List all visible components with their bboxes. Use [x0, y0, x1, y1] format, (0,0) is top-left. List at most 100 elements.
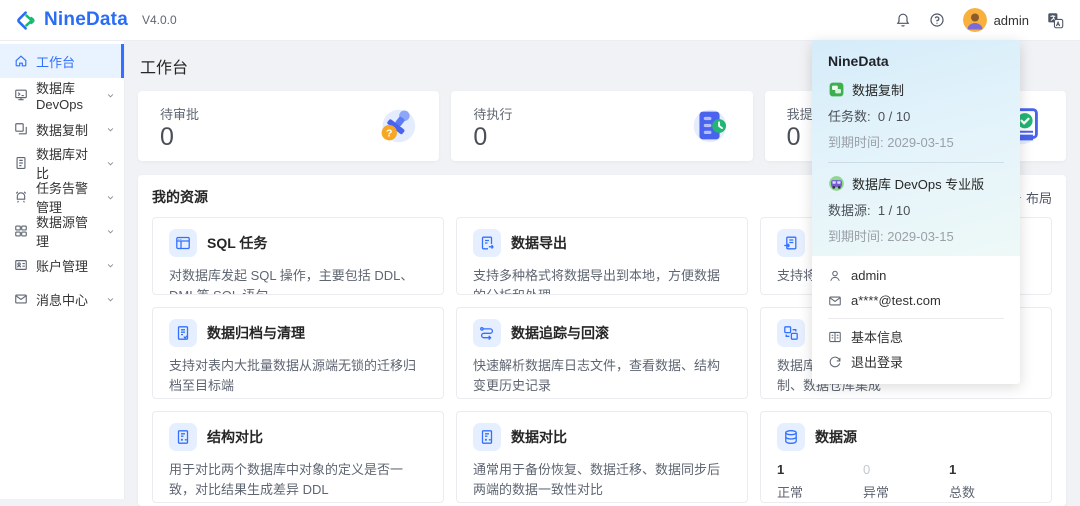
license-name: 数据复制 [852, 83, 905, 98]
help-icon[interactable] [929, 12, 945, 28]
sidebar-item[interactable]: 数据库 DevOps [0, 78, 124, 112]
sidebar-item[interactable]: 账户管理 [0, 248, 124, 282]
chevron-down-icon [105, 90, 116, 101]
sidebar-item[interactable]: 消息中心 [0, 282, 124, 316]
person-icon [828, 269, 842, 283]
resource-card-desc: 通常用于备份恢复、数据迁移、数据同步后两端的数据一致性对比 [473, 462, 721, 498]
alarm-icon [14, 190, 28, 204]
user-menu-trigger[interactable]: admin [962, 8, 1029, 32]
data-import-icon [777, 229, 805, 257]
sidebar-item[interactable]: 任务告警管理 [0, 180, 124, 215]
account-icon [14, 258, 28, 272]
resource-card[interactable]: 数据归档与清理支持对表内大批量数据从源端无锁的迁移归档至目标端 [152, 307, 444, 399]
resource-card-title: 数据对比 [511, 429, 567, 445]
account-info-row: a****@test.com [828, 288, 1004, 313]
dropdown-menu-item[interactable]: 基本信息 [828, 324, 1004, 349]
resource-card-desc: 支持多种格式将数据导出到本地，方便数据的分析和处理 [473, 268, 721, 294]
account-info-row-label: admin [851, 268, 887, 283]
chevron-down-icon [105, 124, 116, 135]
sidebar-item-label: 账户管理 [36, 258, 89, 274]
sidebar-item-label: 消息中心 [36, 292, 89, 308]
data-archive-icon [169, 319, 197, 347]
resource-card-desc: 用于对比两个数据库中对象的定义是否一致，对比结果生成差异 DDL [169, 462, 404, 498]
resource-card[interactable]: 数据对比通常用于备份恢复、数据迁移、数据同步后两端的数据一致性对比 [456, 411, 748, 503]
dropdown-account-section: admin a****@test.com 基本信息退出登录 [812, 256, 1020, 384]
envelope-icon [828, 294, 842, 308]
datasource-stat-value: 1 [777, 462, 785, 477]
track-rollback-icon [473, 319, 501, 347]
resource-card[interactable]: 数据追踪与回滚 快速解析数据库日志文件，查看数据、结构变更历史记录 [456, 307, 748, 399]
id-card-icon [828, 330, 842, 344]
sidebar-item[interactable]: 工作台 [0, 44, 124, 78]
account-info-row: admin [828, 263, 1004, 288]
user-dropdown: NineData 数据复制 任务数: 0 / 10 到期时间: 2029-03-15… [812, 40, 1020, 384]
sql-task-icon [169, 229, 197, 257]
logout-icon [828, 355, 842, 369]
datasource-stat-label: 正常 [777, 485, 804, 500]
datasource-stat-value: 0 [863, 462, 871, 477]
datasource-stat: 1 正常 [777, 462, 863, 501]
data-export-icon [473, 229, 501, 257]
db-compare-icon [14, 156, 28, 170]
resource-card[interactable]: SQL 任务对数据库发起 SQL 操作，主要包括 DDL、DML等 SQL 语句 [152, 217, 444, 295]
resource-card[interactable]: 结构对比用于对比两个数据库中对象的定义是否一致，对比结果生成差异 DDL [152, 411, 444, 503]
dropdown-menu-item-label: 基本信息 [851, 330, 904, 345]
sidebar-item-label: 数据库对比 [36, 147, 89, 181]
stat-card[interactable]: 待审批 0? [138, 91, 440, 161]
license-quota: 任务数: 0 / 10 [828, 109, 911, 124]
sidebar-item-label: 工作台 [36, 54, 76, 70]
license-block: 数据库 DevOps 专业版数据源: 1 / 10 到期时间: 2029-03-1… [828, 174, 1004, 245]
svg-text:?: ? [386, 128, 392, 140]
datasource-stat-label: 异常 [863, 485, 890, 500]
license-expire: 到期时间: 2029-03-15 [828, 229, 954, 244]
home-icon [14, 54, 28, 68]
struct-compare-icon [169, 423, 197, 451]
translate-icon[interactable] [1047, 12, 1064, 29]
sidebar-item-label: 任务告警管理 [36, 181, 89, 215]
sidebar: 工作台数据库 DevOps 数据复制数据库对比 任务告警管理 数据源管理账户管理消息中… [0, 41, 125, 499]
sidebar-item[interactable]: 数据库对比 [0, 146, 124, 181]
resource-card[interactable]: 数据导出支持多种格式将数据导出到本地，方便数据的分析和处理 [456, 217, 748, 295]
sidebar-item[interactable]: 数据复制 [0, 112, 124, 146]
dropdown-license-section: NineData 数据复制 任务数: 0 / 10 到期时间: 2029-03-15… [812, 40, 1020, 256]
stamp-icon: ? [373, 103, 419, 149]
sidebar-item-label: 数据源管理 [36, 215, 89, 249]
resource-card-title: 结构对比 [207, 429, 263, 445]
datasource-mgmt-icon [14, 224, 28, 238]
data-compare-icon [473, 423, 501, 451]
stat-card[interactable]: 待执行 0 [451, 91, 753, 161]
devops-product-icon [828, 175, 845, 192]
resource-card-title: SQL 任务 [207, 235, 268, 251]
license-expire: 到期时间: 2029-03-15 [828, 135, 954, 150]
version-label: V4.0.0 [141, 13, 177, 27]
replication-product-icon [828, 81, 845, 98]
user-name: admin [993, 12, 1029, 28]
license-quota: 数据源: 1 / 10 [828, 203, 911, 218]
ninedata-logo-icon [16, 10, 37, 31]
datasource-stats: 1 正常 0 异常 1 总数 [777, 462, 1035, 501]
chevron-down-icon [105, 226, 116, 237]
sidebar-item-label: 数据复制 [36, 122, 89, 138]
replication-icon [14, 122, 28, 136]
top-header: NineData V4.0.0 admin [0, 0, 1080, 41]
license-block: 数据复制任务数: 0 / 10 到期时间: 2029-03-15 [828, 80, 1004, 151]
datasource-stat-label: 总数 [949, 485, 976, 500]
notification-bell-icon[interactable] [895, 12, 911, 28]
resource-card[interactable]: 数据源 1 正常 0 异常 1 总数 [760, 411, 1052, 503]
sidebar-item-label: 数据库 DevOps [36, 81, 83, 112]
dropdown-menu-item[interactable]: 退出登录 [828, 349, 1004, 374]
resource-card-desc: 支持对表内大批量数据从源端无锁的迁移归档至目标端 [169, 358, 417, 394]
resource-card-title: 数据源 [815, 429, 857, 445]
logo[interactable]: NineData [16, 9, 128, 31]
resource-card-desc: 快速解析数据库日志文件，查看数据、结构变更历史记录 [473, 358, 721, 394]
layout-button-label: 布局 [1025, 190, 1052, 206]
resource-card-title: 数据归档与清理 [207, 325, 305, 341]
message-icon [14, 292, 28, 306]
resource-card-desc: 对数据库发起 SQL 操作，主要包括 DDL、DML等 SQL 语句 [169, 268, 414, 294]
devops-icon [14, 88, 28, 102]
sidebar-item[interactable]: 数据源管理 [0, 214, 124, 249]
chevron-down-icon [105, 192, 116, 203]
license-name: 数据库 DevOps 专业版 [852, 177, 985, 192]
chevron-down-icon [105, 260, 116, 271]
database-clock-icon [687, 103, 733, 149]
